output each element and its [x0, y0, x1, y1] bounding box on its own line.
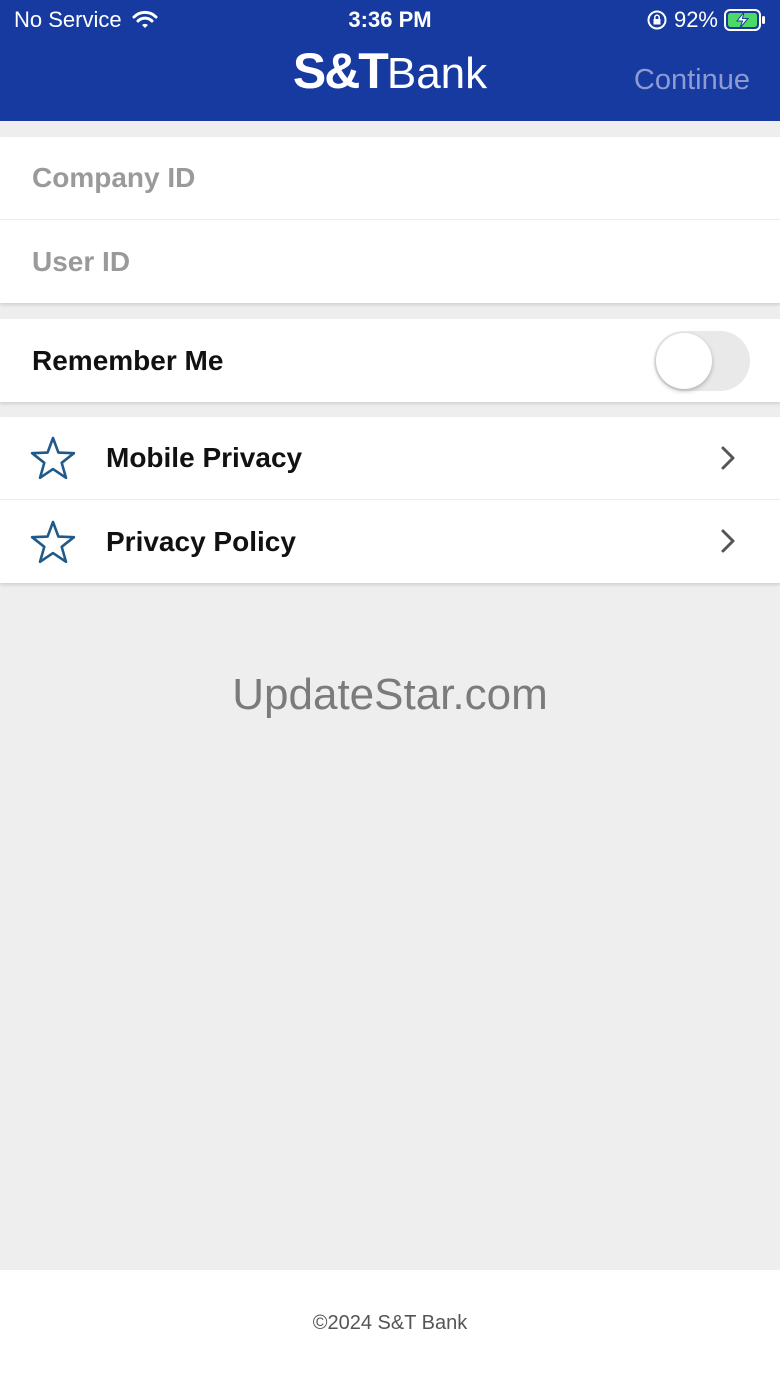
remember-me-toggle[interactable]: [654, 330, 750, 391]
chevron-right-icon: [721, 529, 735, 553]
battery-charging-icon: [724, 9, 765, 31]
toggle-knob: [656, 332, 712, 389]
copyright-text: ©2024 S&T Bank: [312, 1312, 468, 1334]
star-outline-icon: [30, 436, 76, 480]
login-card: [0, 137, 780, 303]
remember-me-row: Remember Me: [0, 319, 780, 402]
company-id-input[interactable]: [32, 162, 732, 194]
remember-me-label: Remember Me: [32, 344, 224, 376]
status-bar: No Service 3:36 PM 92%: [0, 0, 780, 40]
battery-percent: 92%: [673, 7, 718, 32]
privacy-menu: Mobile Privacy Privacy Policy: [0, 417, 780, 583]
menu-item-privacy-policy[interactable]: Privacy Policy: [0, 500, 780, 583]
user-id-input[interactable]: [32, 245, 732, 278]
star-outline-icon: [30, 520, 76, 563]
user-id-row: [0, 220, 780, 303]
app-header: No Service 3:36 PM 92% S&TBank Continue: [0, 0, 780, 121]
logo-bank: Bank: [386, 49, 488, 98]
menu-item-label: Mobile Privacy: [106, 442, 303, 473]
company-id-row: [0, 137, 780, 220]
continue-button[interactable]: Continue: [634, 64, 750, 97]
menu-item-label: Privacy Policy: [106, 525, 296, 557]
menu-item-mobile-privacy[interactable]: Mobile Privacy: [0, 417, 780, 500]
remember-card: Remember Me: [0, 319, 780, 402]
watermark-text: UpdateStar.com: [232, 670, 548, 719]
footer: ©2024 S&T Bank: [0, 1270, 780, 1387]
logo-st: S&T: [292, 43, 389, 99]
status-right: 92%: [646, 7, 766, 33]
chevron-right-icon: [721, 446, 735, 470]
orientation-lock-icon: [647, 10, 667, 30]
